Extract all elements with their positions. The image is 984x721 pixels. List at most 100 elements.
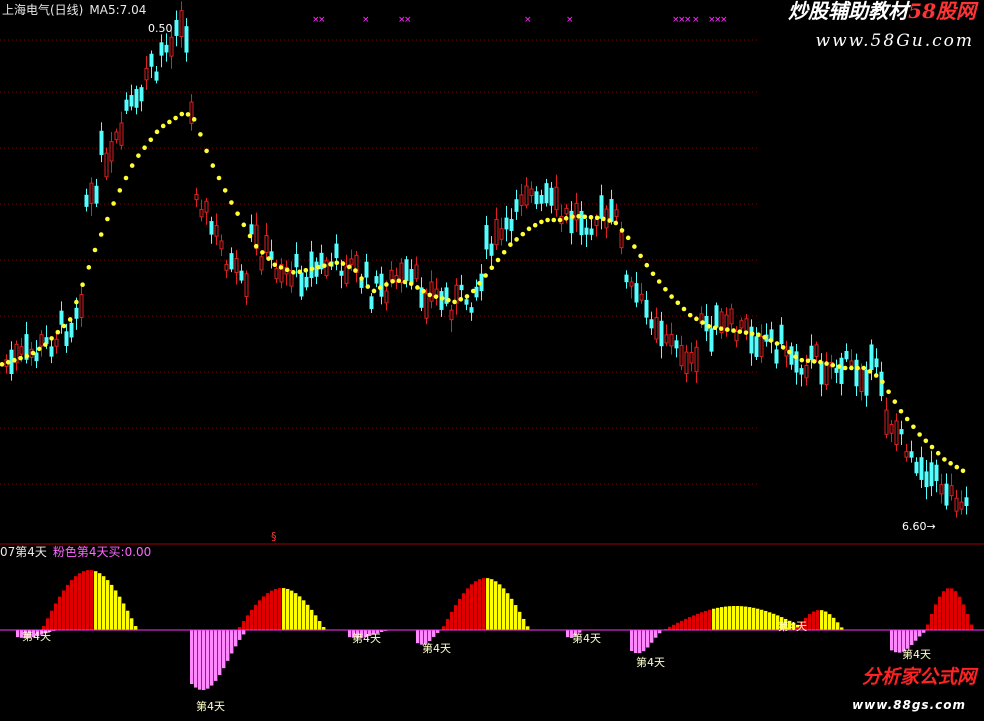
- ma-dot: [278, 265, 284, 270]
- hist-bar: [466, 588, 470, 630]
- ma-dot: [322, 263, 327, 269]
- candle-body: [839, 357, 844, 384]
- hist-bar: [522, 618, 526, 630]
- candle-body: [644, 299, 649, 318]
- candle-body: [554, 186, 559, 211]
- hist-bar: [510, 598, 514, 630]
- day4-labels: 第4天第4天第4天第4天第4天第4天第4天第4天: [22, 619, 931, 713]
- hist-bar: [634, 630, 638, 654]
- ma-dot: [284, 267, 290, 273]
- ma-dot: [818, 359, 823, 365]
- hist-bar: [812, 611, 816, 630]
- ma-dot: [898, 408, 904, 414]
- candle-body: [449, 309, 454, 321]
- hist-bar: [130, 618, 134, 630]
- candle-body: [489, 243, 494, 256]
- hist-bar: [78, 573, 82, 630]
- ma-dot: [669, 294, 674, 299]
- watermark-58gu: 炒股辅助教材58股网: [788, 1, 976, 21]
- hist-bar: [898, 630, 902, 653]
- hist-bar: [348, 630, 352, 638]
- candle-body: [759, 336, 764, 357]
- candle-body: [389, 269, 394, 281]
- ma-dot: [539, 219, 544, 225]
- candle-body: [619, 231, 624, 249]
- hist-bar: [700, 612, 704, 630]
- day4-tag: 第4天: [352, 631, 381, 645]
- ma-dot: [811, 359, 817, 364]
- ma-dot: [359, 276, 364, 281]
- candle-body: [809, 345, 814, 361]
- hist-bar: [692, 615, 696, 630]
- ma-dot: [98, 232, 104, 237]
- candle-body: [834, 367, 839, 373]
- ma-dot: [167, 119, 172, 125]
- hist-bar: [934, 604, 938, 630]
- ma-dot: [136, 153, 141, 158]
- candle-body: [679, 345, 684, 367]
- candle-body: [274, 268, 279, 280]
- ma-dot: [365, 284, 371, 289]
- hist-bar: [66, 584, 70, 630]
- ma-dot: [92, 247, 98, 253]
- stock-name[interactable]: 上海电气(日线): [2, 3, 83, 17]
- day4-tag: 第4天: [572, 631, 601, 645]
- ma-dot: [353, 268, 358, 273]
- hist-bar: [756, 608, 760, 630]
- hist-bar: [198, 630, 202, 690]
- candle-body: [324, 260, 329, 277]
- candle-body: [504, 217, 509, 230]
- candle-body: [579, 210, 584, 236]
- ma-dot: [545, 217, 550, 223]
- hist-bar: [752, 607, 756, 630]
- ma-dot: [433, 294, 439, 299]
- candle-body: [874, 358, 879, 368]
- candle-body: [174, 19, 179, 36]
- hist-bar: [930, 613, 934, 630]
- ma-dot: [830, 362, 836, 368]
- candle-body: [139, 87, 144, 102]
- ma-dot: [229, 200, 234, 205]
- hist-bar: [740, 606, 744, 630]
- x-marker: ×: [362, 15, 370, 25]
- ma-dot: [855, 365, 860, 371]
- candle-body: [229, 253, 234, 270]
- hist-bar: [106, 580, 110, 630]
- watermark-88gs: 分析家公式网: [861, 666, 976, 688]
- ma-dot: [452, 299, 457, 305]
- candle-body: [374, 276, 379, 284]
- candle-body: [149, 53, 154, 67]
- hist-bar: [942, 591, 946, 630]
- ma-dot: [123, 175, 129, 181]
- hist-bar: [498, 584, 502, 630]
- hist-bar: [310, 609, 314, 630]
- candle-body: [704, 315, 709, 332]
- indicator-name[interactable]: 07第4天: [0, 545, 47, 559]
- hist-bar: [266, 593, 270, 630]
- candle-body: [499, 228, 504, 240]
- hist-bar: [16, 630, 20, 638]
- candle-body: [919, 457, 924, 480]
- hist-bar: [808, 614, 812, 630]
- candle-body: [159, 42, 164, 56]
- candle-body: [589, 228, 594, 235]
- stock-chart[interactable]: ×× × ×× × × ××× × ××× 第4天第4天第4天第4天第4天第4天第4天第4天: [0, 0, 984, 721]
- candle-body: [899, 429, 904, 435]
- hist-bar: [226, 630, 230, 661]
- candle-body: [239, 270, 244, 281]
- ma-dot: [638, 253, 643, 259]
- candle-body: [364, 261, 369, 278]
- x-marker: ×: [404, 15, 412, 25]
- hist-bar: [958, 596, 962, 630]
- ma-dot: [105, 216, 110, 222]
- ma-dot: [526, 226, 532, 232]
- ma-dot: [706, 323, 712, 329]
- candle-body: [469, 307, 474, 313]
- ma-dot: [551, 217, 557, 223]
- candle-body: [264, 235, 269, 253]
- candle-body: [199, 208, 204, 218]
- hist-bar: [122, 603, 126, 630]
- ma-dot: [942, 457, 947, 462]
- candle-body: [869, 344, 874, 371]
- hist-bar: [86, 570, 90, 630]
